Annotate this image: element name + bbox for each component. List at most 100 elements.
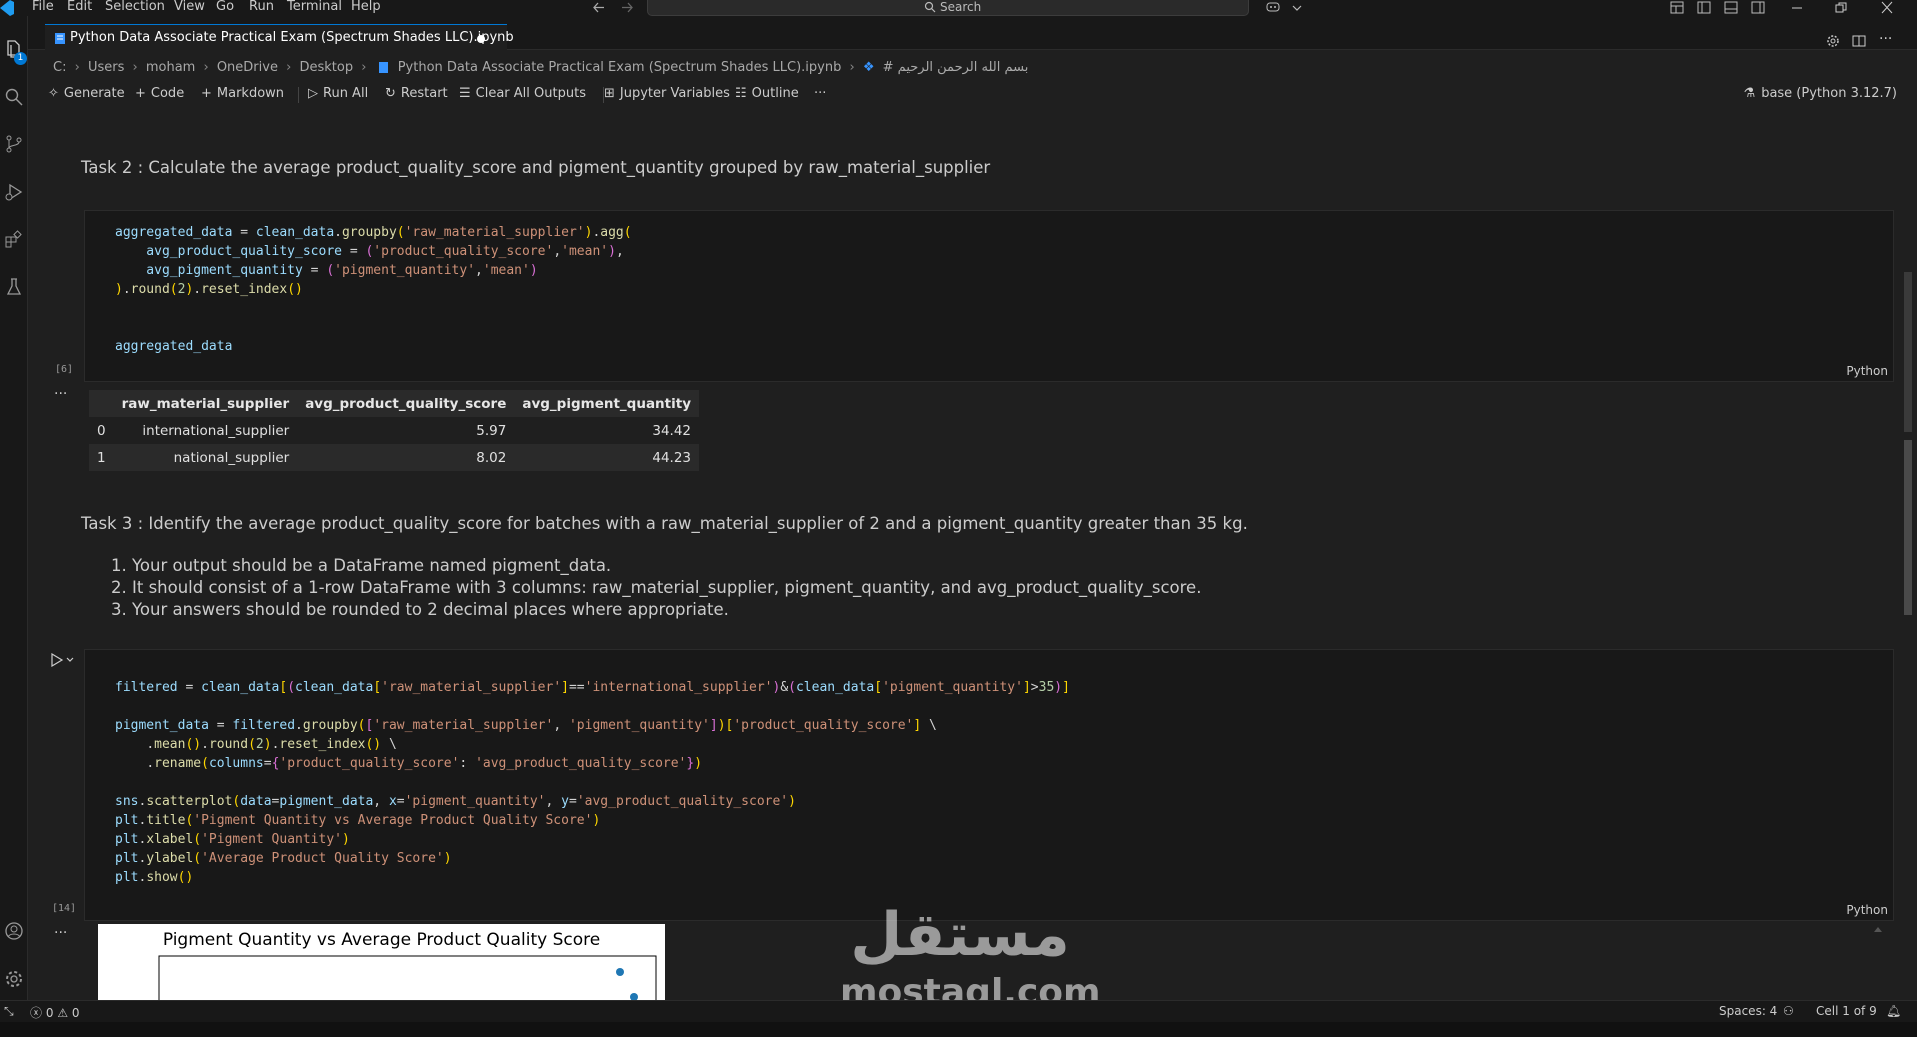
plus-icon: + [201,86,212,101]
code-cell-14[interactable]: filtered = clean_data[(clean_data['raw_m… [84,649,1894,921]
notebook-file-icon [378,62,388,73]
account-icon[interactable] [3,920,25,942]
tab-notebook[interactable]: Python Data Associate Practical Exam (Sp… [45,24,514,51]
notifications-bell-icon[interactable]: 🔔︎ [1886,1004,1901,1018]
menu-go[interactable]: Go [216,0,234,16]
toggle-secondary-sidebar-icon[interactable] [1751,1,1765,14]
markdown-label: Markdown [216,86,285,101]
output-more-icon[interactable]: ··· [54,386,67,402]
variables-icon: ⊞ [604,86,615,101]
indentation-indicator[interactable]: Spaces: 4 [1719,1004,1777,1018]
run-all-button[interactable]: ▷ Run All [308,86,368,101]
toggle-panel-icon[interactable] [1724,1,1738,14]
code-cell-6[interactable]: aggregated_data = clean_data.groupby('ra… [84,210,1894,382]
menu-view[interactable]: View [174,0,205,16]
restore-icon[interactable] [1834,1,1848,14]
menu-file[interactable]: File [32,0,54,16]
chevron-down-icon[interactable] [1290,1,1304,14]
unsaved-dot-icon[interactable] [477,35,485,43]
table-cell-index: 1 [89,444,114,471]
clear-outputs-button[interactable]: ☰ Clear All Outputs [459,86,586,101]
breadcrumb-desktop[interactable]: Desktop [299,60,353,75]
breadcrumb-heading[interactable]: # بسم الله الرحمن الرحيم [883,60,1029,75]
minimize-icon[interactable] [1790,1,1804,14]
kernel-picker[interactable]: ⚗ base (Python 3.12.7) [1744,86,1897,101]
breadcrumb-users[interactable]: Users [88,60,124,75]
search-label: Search [940,0,982,14]
scroll-up-icon[interactable] [1872,924,1884,934]
breadcrumb-drive[interactable]: C: [53,60,66,75]
scatter-chart-output: Pigment Quantity vs Average Product Qual… [98,924,665,1000]
cell-6-language[interactable]: Python [1846,364,1888,378]
breadcrumb-onedrive[interactable]: OneDrive [217,60,278,75]
status-bar: ⤡ ⓧ 0 ⚠ 0 Spaces: 4 ⚇ Cell 1 of 9 🔔︎ [0,1000,1917,1022]
more-actions-icon[interactable]: ··· [1879,31,1892,47]
add-code-cell-button[interactable]: + Code [135,86,184,101]
cell-6-exec-count: [6] [55,364,74,375]
menu-edit[interactable]: Edit [67,0,92,16]
source-control-icon[interactable] [3,133,25,155]
editor-tab-bar: Python Data Associate Practical Exam (Sp… [28,16,1917,51]
run-cell-icon[interactable] [50,653,78,667]
testing-icon[interactable] [3,276,25,298]
table-row: 1 national_supplier 8.02 44.23 [89,444,700,471]
gear-icon[interactable] [1826,34,1840,48]
settings-gear-icon[interactable] [3,968,25,990]
toggle-sidebar-icon[interactable] [1697,1,1711,14]
table-header-pigment: avg_pigment_quantity [514,390,700,417]
scrollbar-thumb[interactable] [1904,440,1912,615]
vertical-scrollbar[interactable] [1900,108,1917,1000]
cell-14-language[interactable]: Python [1846,903,1888,917]
copilot-status-icon[interactable]: ⚇ [1783,1004,1794,1018]
cell-6-code[interactable]: aggregated_data = clean_data.groupby('ra… [115,223,632,356]
run-all-icon: ▷ [308,86,318,101]
jupyter-variables-button[interactable]: ⊞ Jupyter Variables [604,86,730,101]
customize-layout-icon[interactable] [1670,1,1684,14]
extensions-icon[interactable] [3,229,25,251]
forward-arrow-icon[interactable] [620,1,634,14]
menu-selection[interactable]: Selection [105,0,165,16]
search-icon[interactable] [3,86,25,108]
menu-run[interactable]: Run [249,0,274,16]
scatter-point [630,993,638,1000]
notebook-editor: Task 2 : Calculate the average product_q… [28,108,1900,1000]
warning-icon: ⚠ [57,1006,69,1020]
table-header-quality: avg_product_quality_score [297,390,515,417]
remote-icon[interactable]: ⤡ [4,1004,14,1019]
chevron-right-icon: › [849,60,855,75]
breadcrumb-file[interactable]: Python Data Associate Practical Exam (Sp… [398,60,842,75]
breadcrumb-user[interactable]: moham [146,60,196,75]
run-debug-icon[interactable] [3,181,25,203]
error-count: 0 [45,1006,54,1020]
mostaql-watermark: مستقل mostaql.com [840,900,1101,1000]
chart-plot-area [158,955,657,1000]
copilot-icon[interactable] [1266,1,1280,14]
close-window-icon[interactable] [1880,1,1894,14]
toolbar-divider [298,87,299,103]
table-header-row: raw_material_supplier avg_product_qualit… [89,390,700,417]
menu-terminal[interactable]: Terminal [287,0,342,16]
cell-14-code[interactable]: filtered = clean_data[(clean_data['raw_m… [115,678,1070,887]
chevron-right-icon: › [203,60,209,75]
problems-indicator[interactable]: ⓧ 0 ⚠ 0 [30,1004,80,1021]
more-toolbar-icon[interactable]: ··· [814,86,826,101]
scrollbar-highlight [1904,272,1912,432]
add-markdown-cell-button[interactable]: + Markdown [201,86,284,101]
chevron-right-icon: › [361,60,367,75]
task3-requirements-list: Your output should be a DataFrame named … [104,555,1201,621]
outline-button[interactable]: ☷ Outline [735,86,799,101]
kernel-icon: ⚗ [1743,86,1756,101]
command-center-search[interactable]: Search [647,0,1249,16]
clear-all-icon: ☰ [459,86,471,101]
cell-position-indicator[interactable]: Cell 1 of 9 [1816,1004,1877,1018]
table-cell-pigment: 34.42 [652,422,692,439]
generate-label: Generate [63,86,125,101]
split-editor-icon[interactable] [1852,34,1866,48]
output-more-icon[interactable]: ··· [54,925,67,941]
restart-button[interactable]: ↻ Restart [385,86,448,101]
restart-icon: ↻ [385,86,396,101]
back-arrow-icon[interactable] [592,1,606,14]
menu-help[interactable]: Help [351,0,381,16]
generate-button[interactable]: ✧ Generate [48,86,125,101]
task2-markdown: Task 2 : Calculate the average product_q… [81,158,991,177]
